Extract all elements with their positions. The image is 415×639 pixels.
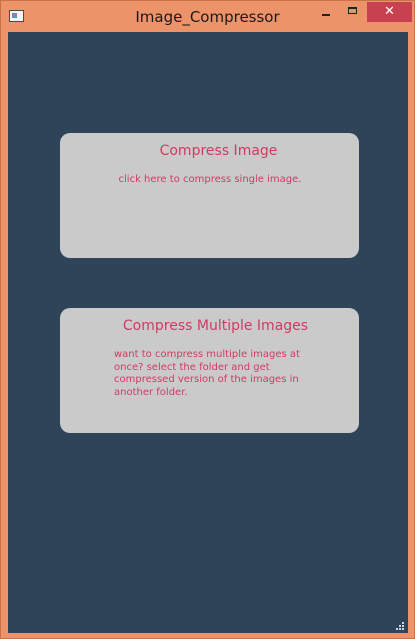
maximize-button[interactable] xyxy=(339,2,366,22)
description-line: want to compress multiple images at xyxy=(114,349,300,360)
description-line: once? select the folder and get xyxy=(114,361,270,373)
resize-grip-icon[interactable] xyxy=(395,621,404,630)
description-line: compressed version of the images in xyxy=(114,374,299,385)
compress-multiple-images-title: Compress Multiple Images xyxy=(122,318,309,334)
maximize-icon xyxy=(348,7,357,14)
main-panel: Compress Image click here to compress si… xyxy=(8,32,408,633)
close-button[interactable]: ✕ xyxy=(367,2,412,22)
compress-multiple-images-description: want to compress multiple images at once… xyxy=(114,349,304,399)
minimize-icon xyxy=(322,14,330,16)
compress-multiple-images-card[interactable]: Compress Multiple Images want to compres… xyxy=(60,308,359,433)
title-bar[interactable]: Image_Compressor ✕ xyxy=(1,1,414,32)
minimize-button[interactable] xyxy=(312,2,339,22)
description-line: another folder. xyxy=(114,386,188,398)
compress-image-card[interactable]: Compress Image click here to compress si… xyxy=(60,133,359,258)
compress-image-title: Compress Image xyxy=(159,143,278,159)
compress-image-description: click here to compress single image. xyxy=(118,174,302,185)
app-window: Image_Compressor ✕ Compress Image click … xyxy=(0,0,415,639)
close-icon: ✕ xyxy=(384,4,395,19)
